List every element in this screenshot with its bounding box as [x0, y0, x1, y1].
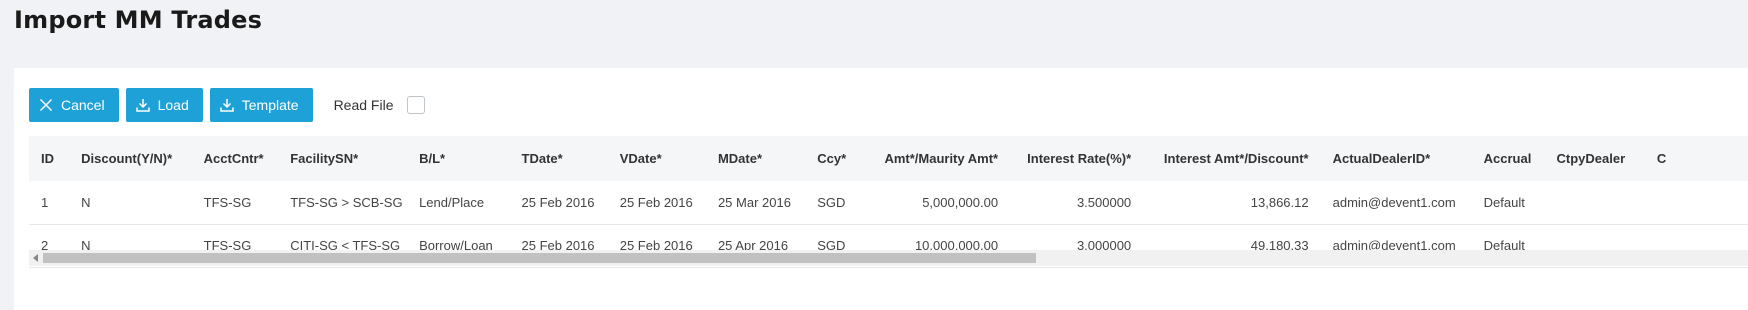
- table-cell: [1645, 181, 1748, 224]
- column-header[interactable]: Interest Rate(%)*: [1010, 136, 1143, 181]
- close-icon: [38, 97, 54, 113]
- table-cell: Lend/Place: [419, 194, 485, 210]
- table-cell: SGD: [817, 194, 846, 210]
- load-label: Load: [157, 97, 189, 113]
- trades-table: ID Discount(Y/N)* AcctCntr* FacilitySN* …: [29, 136, 1748, 268]
- column-header[interactable]: VDate*: [608, 136, 706, 181]
- read-file-option: Read File: [334, 96, 426, 114]
- load-button[interactable]: Load: [125, 88, 203, 122]
- table-cell: TFS-SG > SCB-SG: [290, 194, 403, 210]
- table-cell: [1545, 181, 1645, 224]
- scrollbar-thumb[interactable]: [43, 253, 1036, 263]
- template-button[interactable]: Template: [209, 88, 313, 122]
- read-file-checkbox[interactable]: [407, 96, 426, 114]
- table-header-row: ID Discount(Y/N)* AcctCntr* FacilitySN* …: [29, 136, 1748, 181]
- toolbar: Cancel Load Template Read File: [29, 88, 426, 122]
- horizontal-scrollbar[interactable]: [29, 250, 1748, 266]
- import-panel: Cancel Load Template Read File ID Discou…: [14, 68, 1748, 310]
- table-cell: 13,866.12: [1250, 194, 1309, 210]
- column-header[interactable]: ActualDealerID*: [1321, 136, 1472, 181]
- column-header[interactable]: CtpyDealer: [1545, 136, 1645, 181]
- table-cell: 25 Feb 2016: [619, 194, 693, 210]
- template-label: Template: [241, 97, 299, 113]
- column-header[interactable]: TDate*: [510, 136, 608, 181]
- column-header[interactable]: Ccy*: [805, 136, 860, 181]
- table-cell: 5,000,000.00: [922, 194, 999, 210]
- column-header[interactable]: B/L*: [407, 136, 509, 181]
- download-icon: [135, 97, 151, 113]
- scroll-left-arrow-icon[interactable]: [33, 254, 38, 262]
- column-header[interactable]: Interest Amt*/Discount*: [1143, 136, 1320, 181]
- download-icon: [219, 97, 235, 113]
- table-cell: 3.500000: [1076, 194, 1132, 210]
- table-cell: TFS-SG: [203, 194, 252, 210]
- column-header[interactable]: Accrual: [1472, 136, 1545, 181]
- read-file-label: Read File: [333, 97, 394, 113]
- column-header[interactable]: FacilitySN*: [278, 136, 407, 181]
- column-header[interactable]: ID: [29, 136, 69, 181]
- table-cell: N: [81, 194, 91, 210]
- table-row[interactable]: 1 N TFS-SG TFS-SG > SCB-SG Lend/Place 25…: [29, 181, 1748, 224]
- column-header[interactable]: Amt*/Maurity Amt*: [860, 136, 1010, 181]
- cancel-button[interactable]: Cancel: [29, 88, 119, 122]
- page-title: Import MM Trades: [14, 6, 263, 34]
- table-cell: 1: [41, 194, 49, 210]
- cancel-label: Cancel: [61, 97, 105, 113]
- column-header[interactable]: AcctCntr*: [192, 136, 279, 181]
- table-cell: Default: [1483, 194, 1525, 210]
- table-cell: 25 Mar 2016: [717, 194, 791, 210]
- column-header[interactable]: C: [1645, 136, 1748, 181]
- table-cell: 25 Feb 2016: [521, 194, 595, 210]
- column-header[interactable]: MDate*: [706, 136, 805, 181]
- table-cell: admin@devent1.com: [1332, 194, 1456, 210]
- column-header[interactable]: Discount(Y/N)*: [69, 136, 192, 181]
